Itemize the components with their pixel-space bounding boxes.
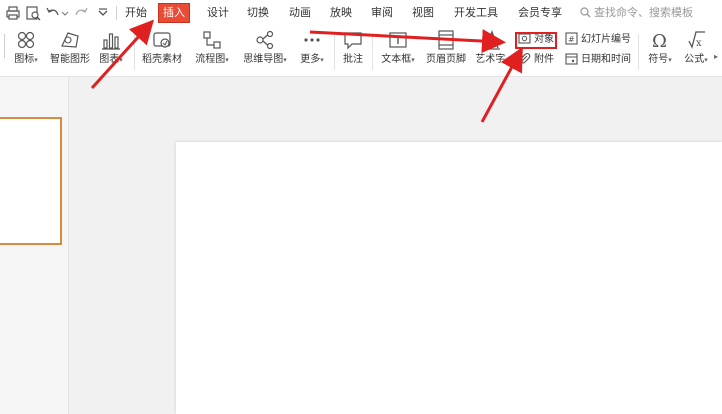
- print-preview-icon[interactable]: [24, 4, 42, 22]
- ribbon-edge: [0, 34, 5, 58]
- smart-shape-button[interactable]: 智能图形: [50, 28, 90, 72]
- wordart-label: 艺术字▾: [475, 54, 509, 65]
- comment-icon: [344, 32, 362, 50]
- search-icon: [580, 7, 591, 18]
- calendar-icon: [565, 53, 578, 65]
- formula-button[interactable]: x 公式▾: [680, 28, 712, 72]
- svg-text:#: #: [568, 35, 575, 44]
- tab-home[interactable]: 开始: [124, 4, 148, 22]
- slide-number-label: 幻灯片编号: [581, 34, 631, 45]
- customize-icon[interactable]: [94, 4, 112, 22]
- undo-dropdown-icon[interactable]: [60, 4, 70, 22]
- slide-canvas[interactable]: [176, 142, 722, 414]
- textbox-button[interactable]: 文本框▾: [378, 28, 418, 72]
- material-label: 稻壳素材: [142, 54, 182, 65]
- slide-thumbnail-pane: [0, 77, 69, 414]
- object-highlight-box: [515, 32, 557, 49]
- wordart-button[interactable]: 艺术字▾: [472, 28, 512, 72]
- more-label: 更多▾: [300, 54, 324, 65]
- attachment-button[interactable]: 附件: [518, 52, 554, 68]
- omega-icon: Ω: [652, 31, 667, 52]
- wordart-icon: [484, 30, 500, 50]
- tab-slideshow[interactable]: 放映: [329, 4, 353, 22]
- datetime-label: 日期和时间: [581, 54, 631, 65]
- slide-thumbnail[interactable]: [0, 117, 62, 245]
- redo-icon[interactable]: [72, 4, 90, 22]
- search-placeholder: 查找命令、搜索模板: [594, 6, 693, 19]
- svg-text:x: x: [696, 38, 702, 49]
- chart-button[interactable]: 图表▾: [96, 28, 126, 72]
- workspace: [0, 77, 722, 414]
- menu-bar: 开始 插入 设计 切换 动画 放映 审阅 视图 开发工具 会员专享 查找命令、搜…: [0, 0, 722, 26]
- formula-label: 公式▾: [684, 54, 708, 65]
- print-icon[interactable]: [4, 4, 22, 22]
- ribbon-insert: 图标▾ 智能图形 图表▾ 稻壳素材 流程图▾ 思维导图▾ 更多▾ 批注 文本框▾…: [0, 26, 722, 77]
- mindmap-button[interactable]: 思维导图▾: [240, 28, 290, 72]
- ribbon-divider: [334, 34, 335, 70]
- symbol-label: 符号▾: [648, 54, 672, 65]
- icon-library-label: 图标▾: [14, 54, 38, 65]
- ribbon-divider: [134, 34, 135, 70]
- attachment-label: 附件: [534, 54, 554, 65]
- tab-member[interactable]: 会员专享: [517, 4, 563, 22]
- tab-review[interactable]: 审阅: [370, 4, 394, 22]
- header-footer-button[interactable]: 页眉页脚: [424, 28, 468, 72]
- material-button[interactable]: 稻壳素材: [140, 28, 184, 72]
- tab-transition[interactable]: 切换: [246, 4, 270, 22]
- symbol-button[interactable]: Ω 符号▾: [644, 28, 676, 72]
- icon-library-icon: [17, 31, 35, 49]
- chart-icon: [102, 33, 120, 50]
- paperclip-icon: [520, 53, 531, 64]
- comment-label: 批注: [343, 54, 363, 65]
- ribbon-more-caret[interactable]: ▸: [714, 52, 718, 61]
- chart-label: 图表▾: [99, 54, 123, 65]
- slide-number-button[interactable]: # 幻灯片编号: [565, 32, 631, 48]
- header-footer-label: 页眉页脚: [426, 54, 466, 65]
- tab-developer[interactable]: 开发工具: [453, 4, 499, 22]
- ribbon-divider: [372, 34, 373, 70]
- formula-icon: x: [688, 31, 705, 49]
- slide-number-icon: #: [565, 32, 578, 45]
- smart-shape-label: 智能图形: [50, 54, 90, 65]
- material-icon: [153, 32, 171, 48]
- comment-button[interactable]: 批注: [340, 28, 366, 72]
- svg-text:Ω: Ω: [652, 31, 667, 52]
- search-input[interactable]: 查找命令、搜索模板: [580, 4, 693, 22]
- icon-library-button[interactable]: 图标▾: [10, 28, 42, 72]
- flowchart-label: 流程图▾: [195, 54, 229, 65]
- flowchart-icon: [203, 31, 221, 49]
- mindmap-label: 思维导图▾: [243, 54, 287, 65]
- flowchart-button[interactable]: 流程图▾: [190, 28, 234, 72]
- datetime-button[interactable]: 日期和时间: [565, 52, 631, 68]
- textbox-label: 文本框▾: [381, 54, 415, 65]
- tab-view[interactable]: 视图: [411, 4, 435, 22]
- tab-design[interactable]: 设计: [206, 4, 230, 22]
- mindmap-icon: [256, 30, 274, 50]
- tab-animation[interactable]: 动画: [288, 4, 312, 22]
- smart-shape-icon: [61, 32, 79, 48]
- more-icon: [304, 38, 320, 42]
- header-footer-icon: [438, 30, 454, 50]
- ribbon-divider: [638, 34, 639, 70]
- divider: [116, 6, 117, 20]
- textbox-icon: [389, 32, 407, 48]
- tab-insert[interactable]: 插入: [158, 3, 190, 23]
- more-button[interactable]: 更多▾: [296, 28, 328, 72]
